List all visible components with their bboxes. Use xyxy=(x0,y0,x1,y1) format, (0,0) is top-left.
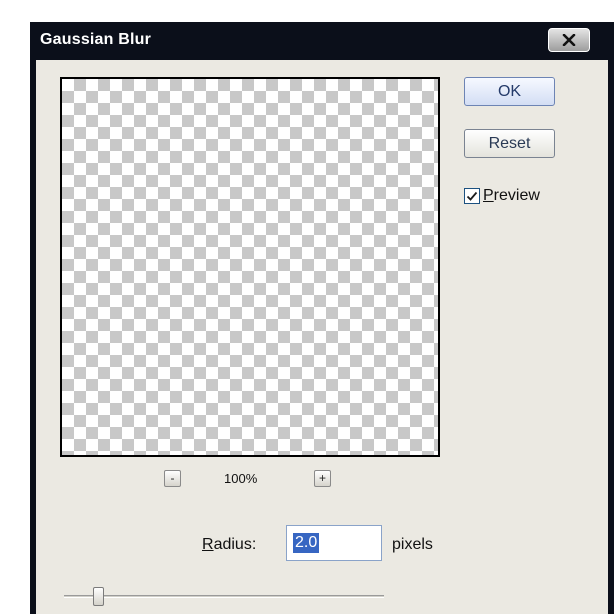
radius-unit-label: pixels xyxy=(392,536,433,553)
dialog-title: Gaussian Blur xyxy=(40,31,152,48)
close-button[interactable] xyxy=(548,28,590,52)
radius-input[interactable]: 2.0 xyxy=(286,525,382,561)
dialog-body: - 100% + OK Reset Preview Radius: 2.0 pi… xyxy=(36,60,608,614)
gaussian-blur-dialog: Gaussian Blur - 100% + OK Reset Preview … xyxy=(30,22,614,614)
close-icon xyxy=(562,34,576,46)
zoom-level: 100% xyxy=(224,471,258,486)
zoom-out-button[interactable]: - xyxy=(164,470,181,487)
reset-button[interactable]: Reset xyxy=(464,129,555,158)
preview-mnemonic: P xyxy=(483,187,494,204)
ok-button[interactable]: OK xyxy=(464,77,555,106)
checkbox-box[interactable] xyxy=(464,188,480,204)
title-bar[interactable]: Gaussian Blur xyxy=(30,22,614,60)
radius-slider[interactable] xyxy=(64,587,384,607)
slider-track[interactable] xyxy=(64,595,384,598)
radius-label: Radius: xyxy=(202,536,256,554)
radius-value: 2.0 xyxy=(293,533,320,553)
preview-checkbox[interactable]: Preview xyxy=(464,187,540,205)
preview-label-rest: review xyxy=(493,187,540,204)
zoom-in-button[interactable]: + xyxy=(314,470,331,487)
check-icon xyxy=(466,190,478,202)
radius-mnemonic: R xyxy=(202,536,214,553)
preview-checkbox-label: Preview xyxy=(483,187,540,205)
slider-thumb[interactable] xyxy=(93,587,104,606)
radius-label-rest: adius: xyxy=(213,536,257,553)
preview-canvas[interactable] xyxy=(60,77,440,457)
